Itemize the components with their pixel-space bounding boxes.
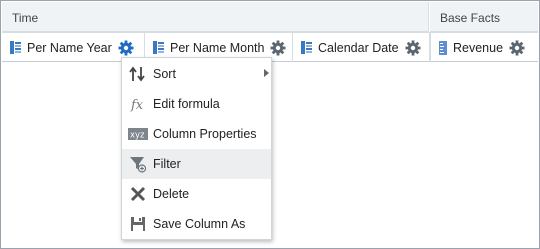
column-label: Per Name Year (27, 40, 112, 55)
sort-icon (128, 65, 148, 83)
delete-icon (128, 185, 148, 203)
column-label: Revenue (453, 40, 504, 55)
gear-icon[interactable] (270, 40, 286, 56)
save-icon (128, 215, 148, 233)
menu-item-label: Delete (153, 187, 190, 201)
measure-column-icon (439, 41, 447, 55)
column-label: Calendar Date (318, 40, 399, 55)
chevron-right-icon (264, 69, 269, 77)
menu-item-edit-formula[interactable]: fx Edit formula (122, 89, 271, 119)
svg-text:xyz: xyz (130, 131, 145, 141)
fx-icon: fx (128, 95, 148, 113)
group-header-time: Time (2, 2, 429, 32)
column-context-menu: Sort fx Edit formula xyz Column Properti… (121, 57, 272, 240)
svg-text:fx: fx (130, 98, 144, 112)
menu-item-label: Filter (153, 157, 181, 171)
xyz-icon: xyz (128, 125, 148, 143)
filter-icon (128, 155, 148, 173)
criteria-panel: Time Base Facts Per Name Year Per Name M… (0, 0, 540, 249)
column-revenue[interactable]: Revenue (430, 33, 538, 62)
menu-item-label: Sort (153, 67, 176, 81)
menu-item-label: Column Properties (153, 127, 257, 141)
group-header-base-facts: Base Facts (430, 2, 538, 32)
menu-item-label: Edit formula (153, 97, 220, 111)
gear-icon[interactable] (118, 40, 134, 56)
column-calendar-date[interactable]: Calendar Date (293, 33, 430, 62)
menu-item-column-properties[interactable]: xyz Column Properties (122, 119, 271, 149)
gear-icon[interactable] (405, 40, 421, 56)
column-label: Per Name Month (170, 40, 265, 55)
menu-item-delete[interactable]: Delete (122, 179, 271, 209)
group-header-label: Time (12, 11, 39, 25)
menu-item-save-column-as[interactable]: Save Column As (122, 209, 271, 239)
dimension-column-icon (10, 41, 21, 54)
menu-item-filter[interactable]: Filter (122, 149, 271, 179)
gear-icon[interactable] (509, 40, 525, 56)
menu-item-sort[interactable]: Sort (122, 59, 271, 89)
dimension-column-icon (301, 41, 312, 54)
menu-item-label: Save Column As (153, 217, 246, 231)
group-header-label: Base Facts (440, 11, 501, 25)
dimension-column-icon (153, 41, 164, 54)
